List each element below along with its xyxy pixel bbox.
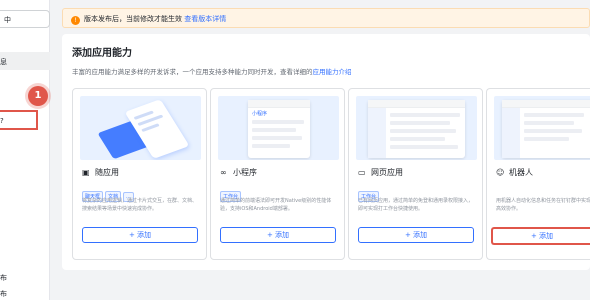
page-subtitle: 丰富的应用能力满足多样的开发诉求，一个应用支持多种能力同时开发，查看详细的应用能… bbox=[72, 68, 352, 76]
add-robot-button[interactable]: + 添加 bbox=[491, 227, 590, 245]
card-illustration bbox=[356, 96, 477, 160]
version-notice: ! 版本发布后，当前修改才能生效 查看版本详情 bbox=[62, 8, 590, 28]
add-button[interactable]: + 添加 bbox=[220, 227, 336, 243]
sidebar-item-capabilities[interactable]: ? bbox=[0, 110, 38, 130]
sidebar-item-info[interactable]: 息 bbox=[0, 52, 50, 70]
notice-text: 版本发布后，当前修改才能生效 bbox=[84, 15, 182, 23]
card-title: ▣ 随应用 bbox=[82, 168, 119, 177]
chat-card-icon: ▣ bbox=[82, 168, 90, 177]
card-robot: ☺ 机器人 用机器人自动化信息和任务在钉钉群中实现高效协作。 + 添加 bbox=[486, 88, 590, 260]
card-title: ▭ 网页应用 bbox=[358, 168, 403, 177]
card-web-app: ▭ 网页应用 工作台 已有网页应用，通过简单的免登和通用录权限接入，即可实现打工作… bbox=[348, 88, 483, 260]
card-illustration bbox=[494, 96, 590, 160]
step-badge: 1 bbox=[28, 86, 48, 106]
sidebar-top-selector[interactable]: 中 bbox=[0, 10, 50, 28]
card-illustration bbox=[80, 96, 201, 160]
card-description: 已有网页应用，通过简单的免登和通用录权限接入，即可实现打工作台快捷使用。 bbox=[358, 198, 474, 212]
notice-link[interactable]: 查看版本详情 bbox=[184, 15, 226, 23]
browser-icon: ▭ bbox=[358, 168, 366, 177]
card-mini-program: 小程序 ∞ 小程序 工作台 通过简单的前端语法即可开发Native级别的性能体验，… bbox=[210, 88, 345, 260]
card-title: ∞ 小程序 bbox=[220, 168, 257, 177]
capabilities-panel: 添加应用能力 丰富的应用能力满足多样的开发诉求，一个应用支持多种能力同时开发，查… bbox=[62, 34, 590, 270]
add-button[interactable]: + 添加 bbox=[82, 227, 198, 243]
page-title: 添加应用能力 bbox=[72, 48, 132, 59]
card-description: 通过简单的前端语法即可开发Native级别的性能体验，支持iOS和Android… bbox=[220, 198, 332, 212]
card-description: 将复杂的应用逻辑，通过卡片式交互，在群、文档、搜索结果等场景中快速完成协作。 bbox=[82, 198, 198, 212]
warning-icon: ! bbox=[71, 16, 80, 25]
add-button[interactable]: + 添加 bbox=[358, 227, 474, 243]
card-title: ☺ 机器人 bbox=[496, 168, 533, 177]
sidebar-item-publish-2[interactable]: 布 bbox=[0, 284, 50, 300]
robot-icon: ☺ bbox=[496, 168, 505, 177]
capability-intro-link[interactable]: 应用能力介绍 bbox=[313, 68, 352, 76]
card-description: 用机器人自动化信息和任务在钉钉群中实现高效协作。 bbox=[496, 198, 590, 212]
card-illustration: 小程序 bbox=[218, 96, 339, 160]
card-message-card: ▣ 随应用 聊天框 文档... 将复杂的应用逻辑，通过卡片式交互，在群、文档、搜索结… bbox=[72, 88, 207, 260]
sidebar: 中 息 ? 布 布 bbox=[0, 0, 50, 300]
link-icon: ∞ bbox=[220, 168, 227, 177]
